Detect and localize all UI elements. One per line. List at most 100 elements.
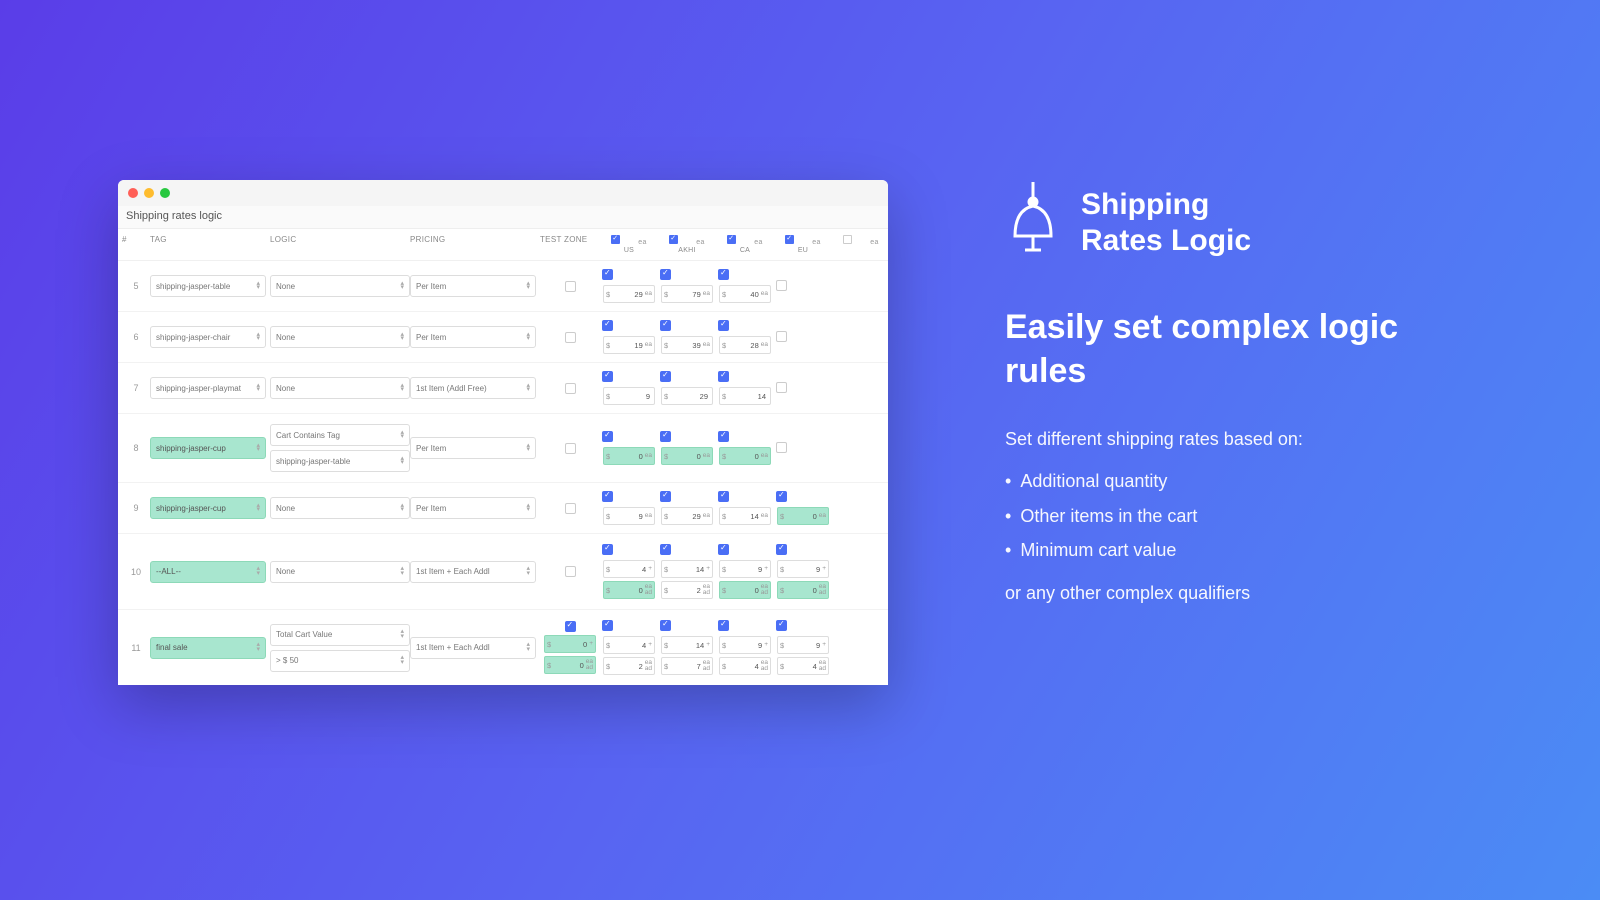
price-input[interactable]: $0ea: [603, 447, 655, 465]
price-input[interactable]: $4+: [603, 636, 655, 654]
test-checkbox[interactable]: [565, 503, 576, 514]
zone-price-checkbox[interactable]: [602, 544, 613, 555]
zone-price-checkbox[interactable]: [718, 491, 729, 502]
logic-select[interactable]: None: [270, 497, 410, 519]
zone-price-checkbox[interactable]: [660, 371, 671, 382]
zone-price-checkbox[interactable]: [776, 280, 787, 291]
pricing-select[interactable]: 1st Item + Each Addl: [410, 561, 536, 583]
pricing-select[interactable]: Per Item: [410, 326, 536, 348]
test-checkbox[interactable]: [565, 383, 576, 394]
zone-price-checkbox[interactable]: [602, 491, 613, 502]
price-input[interactable]: $2eaad: [603, 657, 655, 675]
zone-price-checkbox[interactable]: [776, 491, 787, 502]
tag-select[interactable]: --ALL--: [150, 561, 266, 583]
logic-select[interactable]: None: [270, 275, 410, 297]
tag-select[interactable]: final sale: [150, 637, 266, 659]
price-input[interactable]: $14ea: [719, 507, 771, 525]
zone-price-checkbox[interactable]: [776, 442, 787, 453]
zone-price-checkbox[interactable]: [776, 544, 787, 555]
zone-price-checkbox[interactable]: [602, 269, 613, 280]
logic-select[interactable]: None: [270, 326, 410, 348]
price-input[interactable]: $9: [603, 387, 655, 405]
zone-checkbox[interactable]: [611, 235, 620, 244]
tag-select[interactable]: shipping-jasper-playmat: [150, 377, 266, 399]
price-input[interactable]: $9+: [777, 636, 829, 654]
zone-price-checkbox[interactable]: [718, 431, 729, 442]
price-input[interactable]: $4+: [603, 560, 655, 578]
zone-price-checkbox[interactable]: [776, 382, 787, 393]
logic-select[interactable]: > $ 50: [270, 650, 410, 672]
price-input[interactable]: $14: [719, 387, 771, 405]
zoom-icon[interactable]: [160, 188, 170, 198]
price-input[interactable]: $0eaad: [719, 581, 771, 599]
zone-price-checkbox[interactable]: [602, 371, 613, 382]
logic-select[interactable]: shipping-jasper-table: [270, 450, 410, 472]
price-input[interactable]: $7eaad: [661, 657, 713, 675]
pricing-select[interactable]: Per Item: [410, 437, 536, 459]
test-checkbox[interactable]: [565, 443, 576, 454]
price-input[interactable]: $29ea: [603, 285, 655, 303]
test-checkbox[interactable]: [565, 332, 576, 343]
price-input[interactable]: $14+: [661, 636, 713, 654]
price-input[interactable]: $9+: [719, 636, 771, 654]
zone-price-checkbox[interactable]: [718, 320, 729, 331]
price-input[interactable]: $79ea: [661, 285, 713, 303]
logic-select[interactable]: None: [270, 561, 410, 583]
zone-price-checkbox[interactable]: [660, 320, 671, 331]
logic-select[interactable]: Cart Contains Tag: [270, 424, 410, 446]
price-input[interactable]: $2eaad: [661, 581, 713, 599]
pricing-select[interactable]: Per Item: [410, 497, 536, 519]
zone-price-checkbox[interactable]: [660, 269, 671, 280]
zone-price-checkbox[interactable]: [602, 620, 613, 631]
price-input[interactable]: $0ea: [719, 447, 771, 465]
tag-select[interactable]: shipping-jasper-chair: [150, 326, 266, 348]
price-input[interactable]: $0ea: [777, 507, 829, 525]
price-input[interactable]: $0eaad: [544, 656, 596, 674]
price-input[interactable]: $40ea: [719, 285, 771, 303]
price-input[interactable]: $9+: [719, 560, 771, 578]
zone-price-checkbox[interactable]: [718, 620, 729, 631]
zone-price-checkbox[interactable]: [718, 371, 729, 382]
test-checkbox[interactable]: [565, 281, 576, 292]
price-input[interactable]: $9ea: [603, 507, 655, 525]
price-input[interactable]: $0+: [544, 635, 596, 653]
minimize-icon[interactable]: [144, 188, 154, 198]
test-checkbox[interactable]: [565, 621, 576, 632]
tag-select[interactable]: shipping-jasper-table: [150, 275, 266, 297]
price-input[interactable]: $0eaad: [777, 581, 829, 599]
zone-price-checkbox[interactable]: [660, 544, 671, 555]
zone-price-checkbox[interactable]: [718, 544, 729, 555]
logic-select[interactable]: Total Cart Value: [270, 624, 410, 646]
zone-checkbox[interactable]: [785, 235, 794, 244]
logic-select[interactable]: None: [270, 377, 410, 399]
pricing-select[interactable]: 1st Item (Addl Free): [410, 377, 536, 399]
zone-price-checkbox[interactable]: [660, 491, 671, 502]
price-input[interactable]: $9+: [777, 560, 829, 578]
zone-price-checkbox[interactable]: [602, 320, 613, 331]
price-input[interactable]: $39ea: [661, 336, 713, 354]
price-input[interactable]: $4eaad: [777, 657, 829, 675]
close-icon[interactable]: [128, 188, 138, 198]
tag-select[interactable]: shipping-jasper-cup: [150, 497, 266, 519]
zone-checkbox[interactable]: [727, 235, 736, 244]
price-input[interactable]: $28ea: [719, 336, 771, 354]
price-input[interactable]: $19ea: [603, 336, 655, 354]
zone-price-checkbox[interactable]: [660, 620, 671, 631]
pricing-select[interactable]: 1st Item + Each Addl: [410, 637, 536, 659]
tag-select[interactable]: shipping-jasper-cup: [150, 437, 266, 459]
zone-checkbox[interactable]: [669, 235, 678, 244]
zone-price-checkbox[interactable]: [776, 331, 787, 342]
zone-checkbox[interactable]: [843, 235, 852, 244]
zone-price-checkbox[interactable]: [660, 431, 671, 442]
price-input[interactable]: $29: [661, 387, 713, 405]
price-input[interactable]: $29ea: [661, 507, 713, 525]
pricing-select[interactable]: Per Item: [410, 275, 536, 297]
price-input[interactable]: $0eaad: [603, 581, 655, 599]
zone-price-checkbox[interactable]: [776, 620, 787, 631]
zone-price-checkbox[interactable]: [718, 269, 729, 280]
zone-price-checkbox[interactable]: [602, 431, 613, 442]
price-input[interactable]: $0ea: [661, 447, 713, 465]
price-input[interactable]: $14+: [661, 560, 713, 578]
price-input[interactable]: $4eaad: [719, 657, 771, 675]
test-checkbox[interactable]: [565, 566, 576, 577]
